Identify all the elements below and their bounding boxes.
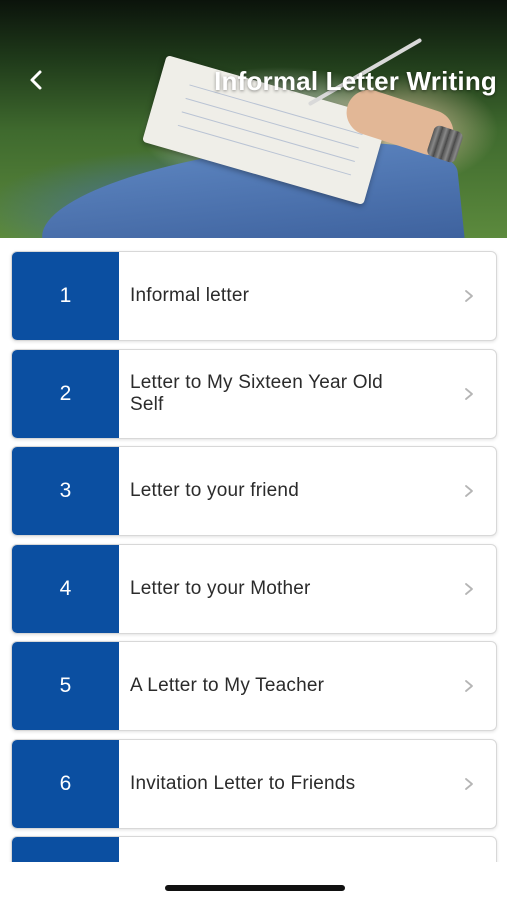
back-button[interactable] — [20, 64, 52, 96]
page-title: Informal Letter Writing — [214, 66, 497, 96]
chevron-left-icon — [30, 70, 42, 90]
item-number: 2 — [12, 350, 119, 438]
item-label: Letter to your friend — [130, 480, 299, 501]
chevron-right-icon — [462, 387, 476, 401]
item-label: Letter to My Sixteen Year Old Self — [130, 372, 383, 415]
chevron-right-icon — [462, 777, 476, 791]
item-label — [130, 837, 430, 862]
chevron-right-icon — [462, 484, 476, 498]
list-item[interactable]: 5 A Letter to My Teacher — [11, 641, 497, 731]
item-number — [12, 837, 119, 862]
chevron-right-icon — [462, 679, 476, 693]
item-number: 5 — [12, 642, 119, 730]
letter-list: 1 Informal letter 2 Letter to My Sixteen… — [0, 238, 507, 862]
list-item[interactable]: 1 Informal letter — [11, 251, 497, 341]
header-banner: Informal Letter Writing — [0, 0, 507, 238]
list-item[interactable] — [11, 836, 497, 862]
list-item[interactable]: 4 Letter to your Mother — [11, 544, 497, 634]
item-label: Invitation Letter to Friends — [130, 773, 356, 794]
chevron-right-icon — [462, 582, 476, 596]
item-label: Letter to your Mother — [130, 578, 311, 599]
chevron-right-icon — [462, 289, 476, 303]
list-item[interactable]: 6 Invitation Letter to Friends — [11, 739, 497, 829]
item-number: 6 — [12, 740, 119, 828]
item-number: 4 — [12, 545, 119, 633]
list-item[interactable]: 2 Letter to My Sixteen Year Old Self — [11, 349, 497, 439]
item-label: Informal letter — [130, 285, 250, 306]
list-item[interactable]: 3 Letter to your friend — [11, 446, 497, 536]
item-number: 3 — [12, 447, 119, 535]
item-label: A Letter to My Teacher — [130, 675, 325, 696]
item-number: 1 — [12, 252, 119, 340]
home-indicator[interactable] — [165, 885, 345, 891]
